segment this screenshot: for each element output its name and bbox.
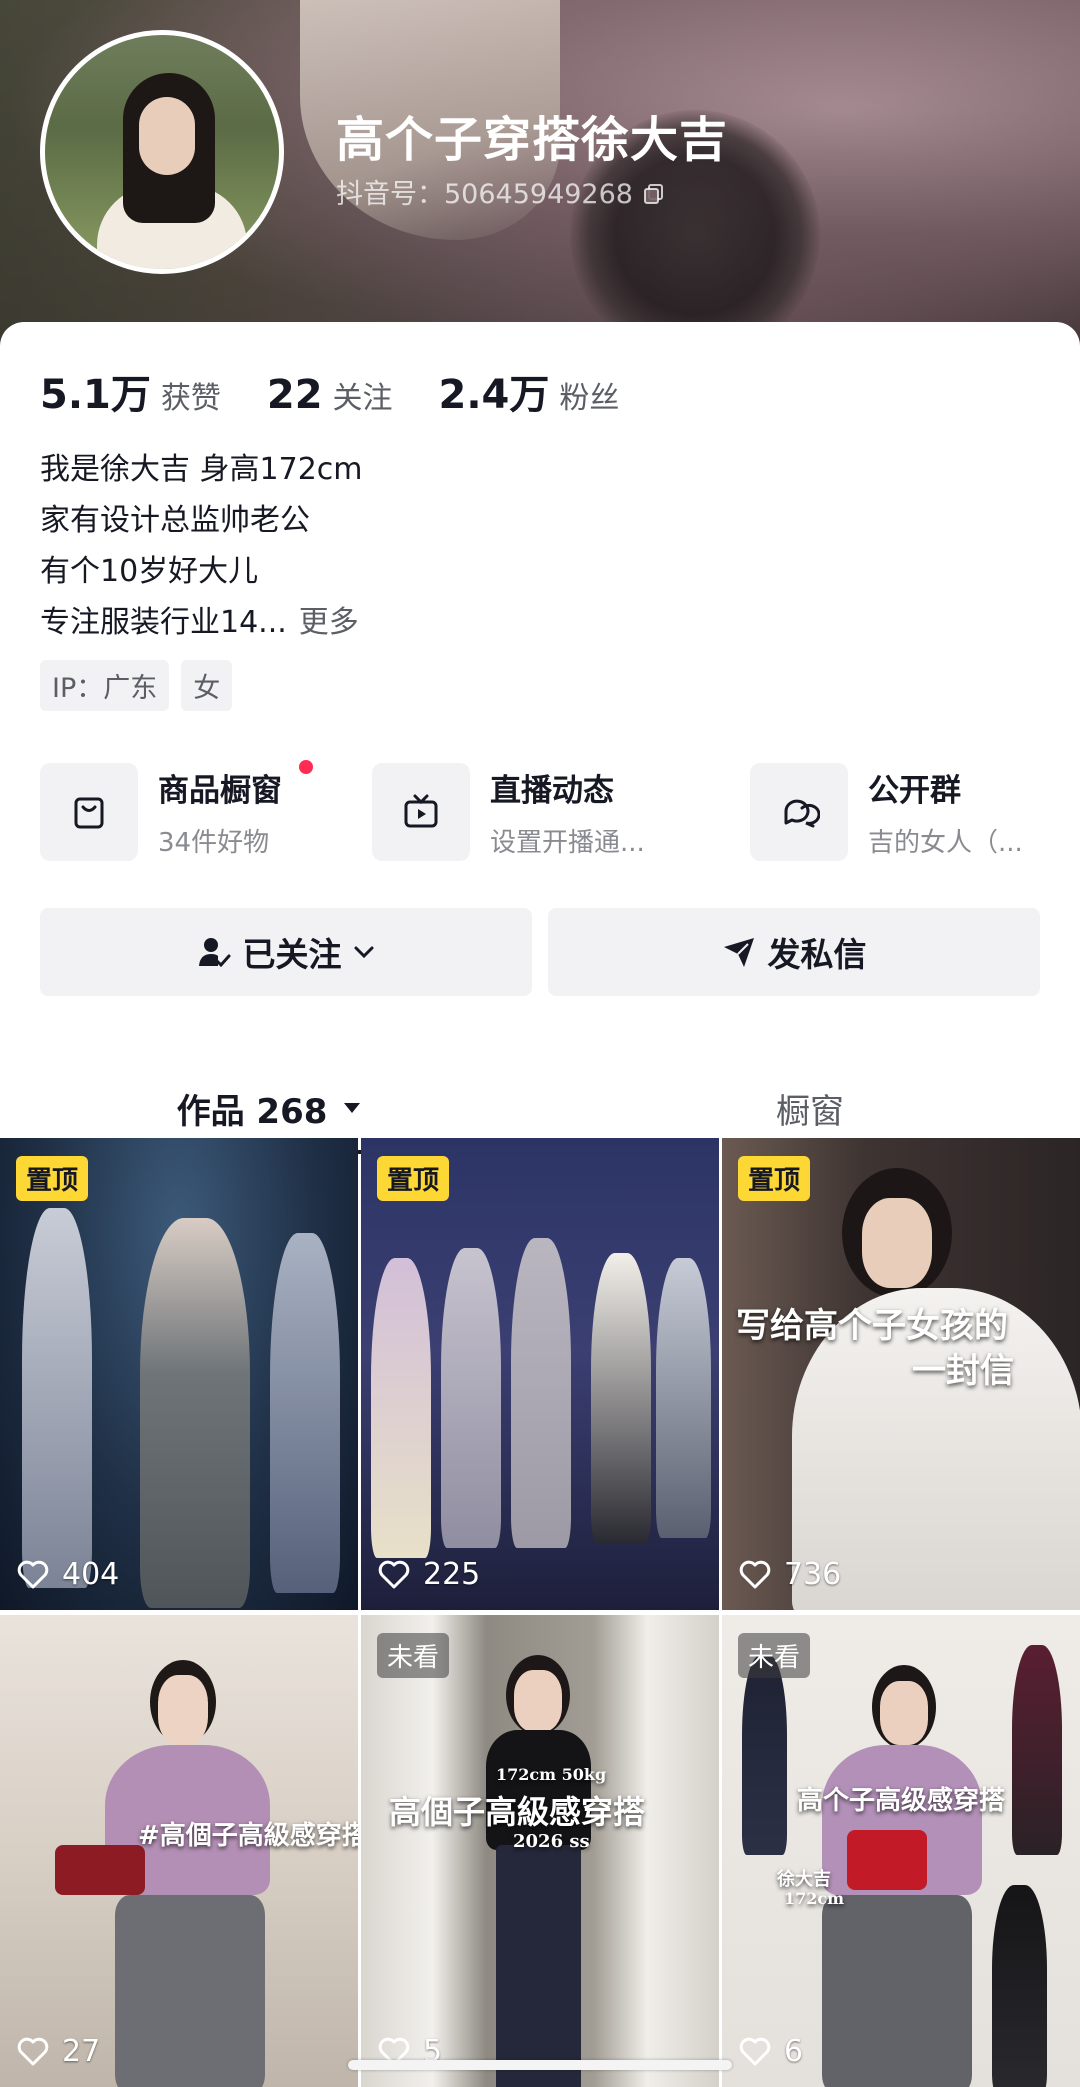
video-thumbnail[interactable]: 未看 172cm 50kg 高個子高級感穿搭 2026 ss 5 (361, 1615, 719, 2087)
video-overlay-caption: 2026 ss (513, 1831, 590, 1852)
message-label: 发私信 (767, 935, 867, 974)
tab-showcase-label: 橱窗 (776, 1091, 844, 1132)
user-check-icon (198, 938, 230, 968)
video-overlay-caption: 172cm 50kg (496, 1765, 607, 1784)
heart-icon (17, 1560, 49, 1588)
tag-ip: IP：广东 (40, 660, 170, 711)
bio[interactable]: 我是徐大吉 身高172cm 家有设计总监帅老公 有个10岁好大儿 专注服装行业1… (40, 444, 363, 648)
following-button[interactable]: 已关注 (40, 908, 532, 996)
stat-likes-value: 5.1万 (40, 372, 151, 418)
video-thumbnail[interactable]: 未看 高个子高级感穿搭 徐大吉 172cm 6 (722, 1615, 1080, 2087)
feature-shop-window[interactable]: 商品橱窗 34件好物 (40, 760, 313, 862)
like-count: 27 (16, 2034, 100, 2069)
action-buttons: 已关注 发私信 (40, 908, 1040, 996)
stat-following-value: 22 (266, 372, 323, 418)
heart-icon (739, 1560, 771, 1588)
video-thumbnail[interactable]: #高個子高級感穿搭 27 (0, 1615, 358, 2087)
video-overlay-title: #高個子高級感穿搭 (138, 1821, 358, 1851)
like-count-value: 225 (423, 1557, 481, 1592)
feature-shop-subtitle: 34件好物 (158, 828, 270, 858)
tab-works-label: 作品 268 (176, 1091, 328, 1132)
bio-line: 我是徐大吉 身高172cm (40, 452, 363, 487)
following-label: 已关注 (242, 935, 342, 974)
bio-line: 有个10岁好大儿 (40, 554, 259, 589)
video-thumbnail[interactable]: 置顶 404 (0, 1138, 358, 1610)
video-overlay-title: 高个子高级感穿搭 (797, 1786, 1006, 1816)
feature-live-title: 直播动态 (490, 773, 614, 809)
bio-line: 专注服装行业14... (40, 605, 287, 640)
video-overlay-caption: 172cm (784, 1889, 845, 1908)
avatar-face (139, 97, 195, 175)
profile-name: 高个子穿搭徐大吉 (336, 112, 729, 168)
chat-bubbles-icon (750, 763, 848, 861)
pinned-badge: 置顶 (377, 1156, 450, 1201)
pinned-badge: 置顶 (16, 1156, 89, 1201)
stat-following[interactable]: 22 关注 (267, 372, 393, 418)
feature-shop-title: 商品橱窗 (158, 773, 282, 809)
notification-dot (299, 760, 313, 774)
bio-more-link[interactable]: 更多 (299, 605, 359, 640)
heart-icon (378, 1560, 410, 1588)
avatar[interactable] (40, 30, 284, 274)
paper-plane-icon (723, 938, 754, 967)
douyin-id-text: 抖音号：50645949268 (336, 179, 633, 210)
feature-live-subtitle: 设置开播通... (490, 828, 645, 858)
video-overlay-subtitle: 一封信 (912, 1351, 1014, 1391)
like-count: 6 (738, 2034, 803, 2069)
heart-icon (739, 2037, 771, 2065)
like-count-value: 27 (62, 2034, 101, 2069)
stat-followers-value: 2.4万 (438, 372, 550, 418)
like-count: 736 (738, 1557, 841, 1592)
video-thumbnail[interactable]: 置顶 225 (361, 1138, 719, 1610)
caret-down-icon (344, 1103, 361, 1113)
feature-live[interactable]: 直播动态 设置开播通... (372, 762, 645, 862)
message-button[interactable]: 发私信 (548, 908, 1040, 996)
video-overlay-title: 高個子高級感穿搭 (389, 1793, 646, 1831)
like-count-value: 736 (784, 1557, 842, 1592)
home-indicator[interactable] (348, 2060, 732, 2070)
video-overlay-title: 写给高个子女孩的 (736, 1306, 1008, 1346)
tag-gender: 女 (181, 660, 233, 711)
video-overlay-caption: 徐大吉 (777, 1869, 831, 1890)
stat-likes-label: 获赞 (160, 381, 221, 416)
stat-followers-label: 粉丝 (559, 381, 620, 416)
chevron-down-icon (354, 946, 373, 959)
like-count: 225 (377, 1557, 480, 1592)
unseen-badge: 未看 (738, 1633, 811, 1678)
unseen-badge: 未看 (377, 1633, 450, 1678)
video-thumbnail[interactable]: 置顶 写给高个子女孩的 一封信 736 (722, 1138, 1080, 1610)
stat-likes[interactable]: 5.1万 获赞 (40, 362, 221, 420)
tv-icon (372, 763, 470, 861)
copy-icon[interactable] (643, 181, 663, 204)
stat-followers[interactable]: 2.4万 粉丝 (439, 362, 620, 420)
heart-icon (17, 2037, 49, 2065)
stats-row: 5.1万 获赞 22 关注 2.4万 粉丝 (40, 362, 665, 420)
like-count: 404 (16, 1557, 119, 1592)
shopping-bag-icon (40, 763, 138, 861)
like-count-value: 404 (62, 1557, 120, 1592)
video-grid: 置顶 404 置顶 225 置顶 写给高个子女孩的 一封信 736 #高個子高級… (0, 1138, 1080, 2087)
pinned-badge: 置顶 (738, 1156, 811, 1201)
like-count-value: 6 (784, 2034, 804, 2069)
stat-following-label: 关注 (332, 381, 393, 416)
feature-group-subtitle: 吉的女人（... (868, 828, 1023, 858)
feature-row: 商品橱窗 34件好物 直播动态 设置开播通... 公开群 吉的女人（... (40, 760, 1050, 862)
douyin-id[interactable]: 抖音号：50645949268 (336, 172, 663, 211)
bio-line-last: 专注服装行业14... 更多 (40, 597, 363, 648)
feature-group-title: 公开群 (868, 773, 961, 809)
tags-row: IP：广东 女 (40, 660, 233, 711)
bio-line: 家有设计总监帅老公 (40, 503, 310, 538)
feature-group[interactable]: 公开群 吉的女人（... (750, 762, 1023, 862)
